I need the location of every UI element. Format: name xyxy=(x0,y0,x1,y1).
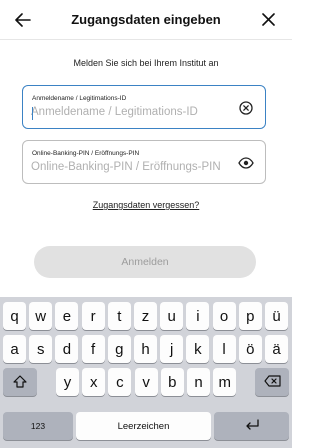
forgot-credentials-link[interactable]: Zugangsdaten vergessen? xyxy=(0,200,292,210)
key-p[interactable]: p xyxy=(238,302,262,330)
header-bar: Zugangsdaten eingeben xyxy=(0,0,292,40)
key-n[interactable]: n xyxy=(187,368,210,396)
key-o[interactable]: o xyxy=(212,302,236,330)
backspace-key[interactable] xyxy=(255,368,289,396)
key-f[interactable]: f xyxy=(81,335,105,363)
shift-icon xyxy=(13,374,27,390)
page-title: Zugangsdaten eingeben xyxy=(71,12,221,27)
key-d[interactable]: d xyxy=(55,335,79,363)
key-q[interactable]: q xyxy=(3,302,26,330)
clear-circle-icon[interactable] xyxy=(237,99,255,117)
close-icon[interactable] xyxy=(258,9,280,31)
backspace-icon xyxy=(263,375,281,389)
login-id-field[interactable]: Anmeldename / Legitimations-ID xyxy=(22,85,266,129)
key-ü[interactable]: ü xyxy=(265,302,288,330)
key-t[interactable]: t xyxy=(107,302,131,330)
key-e[interactable]: e xyxy=(55,302,79,330)
key-m[interactable]: m xyxy=(213,368,237,396)
return-key[interactable] xyxy=(214,412,289,440)
key-x[interactable]: x xyxy=(82,368,106,396)
key-u[interactable]: u xyxy=(160,302,184,330)
key-l[interactable]: l xyxy=(212,335,236,363)
login-subtitle: Melden Sie sich bei Ihrem Institut an xyxy=(73,58,219,68)
key-i[interactable]: i xyxy=(186,302,210,330)
key-b[interactable]: b xyxy=(160,368,184,396)
key-g[interactable]: g xyxy=(107,335,131,363)
shift-key[interactable] xyxy=(3,368,37,396)
onscreen-keyboard: qwertzuiopü asdfghjklöä yxcvbnm 123 Leer… xyxy=(0,297,292,448)
key-w[interactable]: w xyxy=(29,302,53,330)
key-a[interactable]: a xyxy=(3,335,26,363)
key-c[interactable]: c xyxy=(108,368,132,396)
login-id-label: Anmeldename / Legitimations-ID xyxy=(32,95,127,102)
key-s[interactable]: s xyxy=(29,335,53,363)
pin-label: Online-Banking-PIN / Eröffnungs-PIN xyxy=(32,150,140,157)
key-r[interactable]: r xyxy=(81,302,105,330)
space-key[interactable]: Leerzeichen xyxy=(76,412,211,440)
login-id-input[interactable] xyxy=(31,106,236,118)
key-ä[interactable]: ä xyxy=(265,335,288,363)
key-ö[interactable]: ö xyxy=(238,335,262,363)
key-k[interactable]: k xyxy=(186,335,210,363)
pin-input[interactable] xyxy=(31,161,236,173)
return-icon xyxy=(244,419,260,433)
arrow-left-icon[interactable] xyxy=(12,9,34,31)
pin-field[interactable]: Online-Banking-PIN / Eröffnungs-PIN xyxy=(22,140,266,184)
key-v[interactable]: v xyxy=(134,368,158,396)
eye-icon[interactable] xyxy=(237,154,255,172)
key-z[interactable]: z xyxy=(134,302,157,330)
numbers-key[interactable]: 123 xyxy=(3,412,73,440)
key-h[interactable]: h xyxy=(134,335,157,363)
text-caret xyxy=(32,107,34,120)
key-j[interactable]: j xyxy=(160,335,184,363)
key-y[interactable]: y xyxy=(56,368,79,396)
login-button[interactable]: Anmelden xyxy=(34,246,256,278)
